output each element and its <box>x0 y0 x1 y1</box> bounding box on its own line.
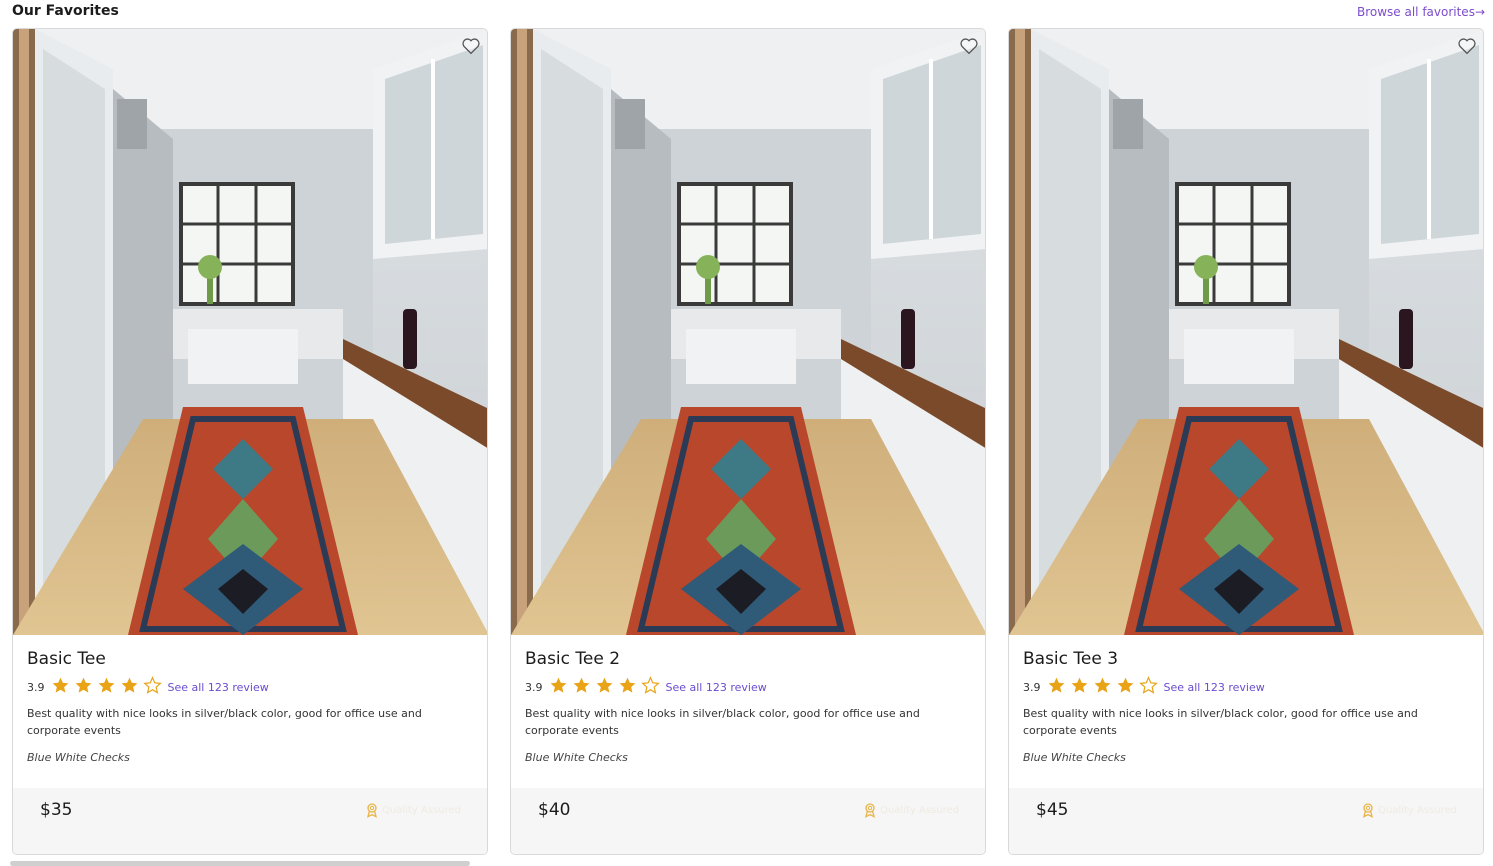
product-image[interactable] <box>1009 29 1483 635</box>
quality-assured-badge: Quality Assured <box>364 802 461 818</box>
rating-value: 3.9 <box>1023 680 1041 694</box>
card-footer: $45 Quality Assured <box>1009 788 1483 854</box>
product-price: $45 <box>1036 800 1069 820</box>
product-image[interactable] <box>13 29 487 635</box>
rating-value: 3.9 <box>27 680 45 694</box>
rating-row: 3.9 See all 123 review <box>1023 675 1469 699</box>
quality-assured-label: Quality Assured <box>382 804 461 816</box>
product-variant: Blue White Checks <box>525 751 628 764</box>
browse-all-favorites-link[interactable]: Browse all favorites→ <box>1357 5 1485 19</box>
star-filled-icon <box>75 677 91 693</box>
product-description: Best quality with nice looks in silver/b… <box>525 707 920 737</box>
star-filled-icon <box>121 677 137 693</box>
star-filled-icon <box>1048 677 1064 693</box>
star-outline-icon <box>640 675 660 694</box>
card-footer: $35 Quality Assured <box>13 788 487 854</box>
star-rating <box>549 675 664 699</box>
product-variant: Blue White Checks <box>1023 751 1126 764</box>
product-card[interactable]: Basic Tee 2 3.9 See all 123 review Best … <box>510 28 986 855</box>
star-filled-icon <box>98 677 114 693</box>
product-info: Basic Tee 3 3.9 See all 123 review Best … <box>1023 649 1469 764</box>
quality-assured-badge: Quality Assured <box>862 802 959 818</box>
star-rating <box>1047 675 1162 699</box>
product-info: Basic Tee 3.9 See all 123 review Best qu… <box>27 649 473 764</box>
star-outline-icon <box>142 675 162 694</box>
star-filled-icon <box>573 677 589 693</box>
heart-outline-icon[interactable] <box>959 37 979 55</box>
product-card[interactable]: Basic Tee 3 3.9 See all 123 review Best … <box>1008 28 1484 855</box>
kitchen-runner-image <box>13 29 487 635</box>
star-filled-icon <box>1094 677 1110 693</box>
see-all-reviews-link[interactable]: See all 123 review <box>666 681 767 694</box>
star-rating <box>51 675 166 699</box>
product-card[interactable]: Basic Tee 3.9 See all 123 review Best qu… <box>12 28 488 855</box>
see-all-reviews-link[interactable]: See all 123 review <box>168 681 269 694</box>
kitchen-runner-image <box>1009 29 1483 635</box>
product-price: $35 <box>40 800 73 820</box>
star-filled-icon <box>52 677 68 693</box>
star-filled-icon <box>550 677 566 693</box>
award-badge-icon <box>865 803 876 818</box>
star-filled-icon <box>1071 677 1087 693</box>
quality-assured-label: Quality Assured <box>1378 804 1457 816</box>
product-price: $40 <box>538 800 571 820</box>
horizontal-scrollbar[interactable] <box>10 861 470 866</box>
product-variant: Blue White Checks <box>27 751 130 764</box>
product-title[interactable]: Basic Tee <box>27 649 473 669</box>
see-all-reviews-link[interactable]: See all 123 review <box>1164 681 1265 694</box>
product-title[interactable]: Basic Tee 2 <box>525 649 971 669</box>
section-title: Our Favorites <box>12 3 119 19</box>
rating-value: 3.9 <box>525 680 543 694</box>
star-outline-icon <box>1138 675 1158 694</box>
star-filled-icon <box>619 677 635 693</box>
award-badge-icon <box>1363 803 1374 818</box>
quality-assured-badge: Quality Assured <box>1360 802 1457 818</box>
star-filled-icon <box>596 677 612 693</box>
award-badge-icon <box>367 803 378 818</box>
rating-row: 3.9 See all 123 review <box>27 675 473 699</box>
rating-row: 3.9 See all 123 review <box>525 675 971 699</box>
product-description: Best quality with nice looks in silver/b… <box>1023 707 1418 737</box>
product-info: Basic Tee 2 3.9 See all 123 review Best … <box>525 649 971 764</box>
card-footer: $40 Quality Assured <box>511 788 985 854</box>
quality-assured-label: Quality Assured <box>880 804 959 816</box>
heart-outline-icon[interactable] <box>1457 37 1477 55</box>
product-image[interactable] <box>511 29 985 635</box>
kitchen-runner-image <box>511 29 985 635</box>
product-title[interactable]: Basic Tee 3 <box>1023 649 1469 669</box>
star-filled-icon <box>1117 677 1133 693</box>
heart-outline-icon[interactable] <box>461 37 481 55</box>
product-description: Best quality with nice looks in silver/b… <box>27 707 422 737</box>
